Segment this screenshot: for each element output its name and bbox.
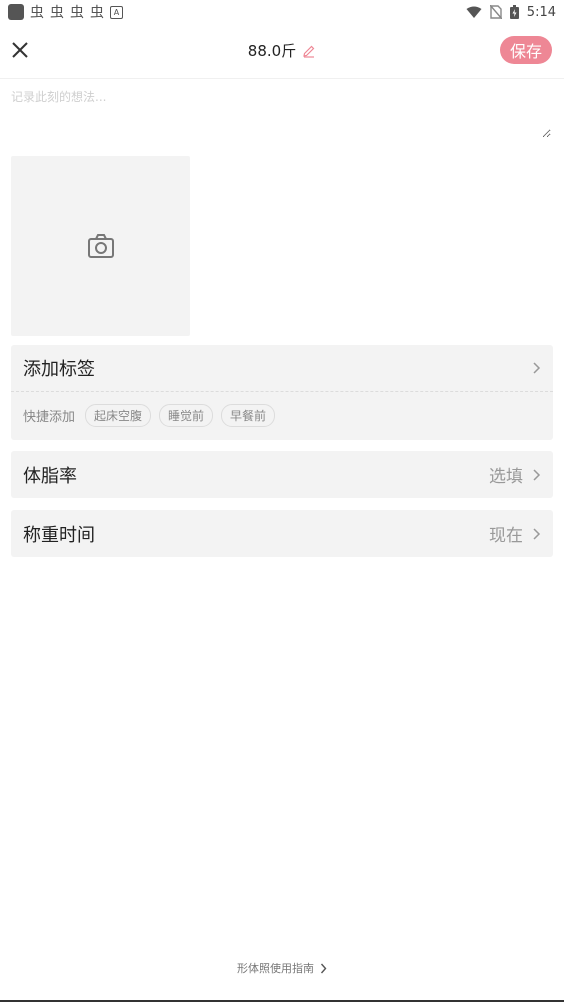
app-notification-icon	[8, 4, 24, 20]
weight-value: 88.0斤	[247, 42, 297, 60]
weigh-time-value-wrap: 现在	[489, 521, 541, 546]
chevron-right-icon	[533, 362, 541, 374]
chevron-right-icon	[533, 527, 541, 540]
notification-icon: 虫	[90, 5, 104, 21]
tag-chip-before-breakfast[interactable]: 早餐前	[221, 404, 276, 427]
notification-icon: 虫	[70, 5, 84, 21]
tag-chip-wake-fasting[interactable]: 起床空腹	[85, 404, 152, 427]
quick-add-label: 快捷添加	[23, 410, 76, 425]
add-tag-row[interactable]: 添加标签	[11, 345, 553, 392]
weigh-time-row[interactable]: 称重时间 现在	[11, 510, 553, 557]
notification-icon: 虫	[50, 5, 64, 21]
add-photo-button[interactable]	[11, 156, 190, 336]
tags-card: 添加标签 快捷添加 起床空腹 睡觉前 早餐前	[11, 345, 553, 440]
clock: 5:14	[526, 4, 556, 20]
tag-chip-before-sleep[interactable]: 睡觉前	[159, 404, 214, 427]
chevron-right-icon	[320, 963, 327, 973]
notification-icon: 虫	[30, 5, 44, 21]
status-bar-right: 5:14	[466, 5, 556, 20]
status-bar: 虫 虫 虫 虫 A 5:14	[0, 0, 564, 24]
body-fat-label: 体脂率	[23, 465, 77, 487]
battery-icon	[509, 5, 519, 19]
weigh-time-label: 称重时间	[23, 524, 95, 546]
camera-icon	[87, 234, 114, 258]
quick-add-row: 快捷添加 起床空腹 睡觉前 早餐前	[11, 392, 553, 439]
pencil-icon[interactable]	[302, 44, 316, 58]
add-tag-label: 添加标签	[23, 359, 95, 380]
top-bar: 88.0斤 保存	[0, 24, 564, 79]
weight-title[interactable]: 88.0斤	[0, 40, 564, 61]
no-sim-icon	[489, 5, 502, 19]
photo-guide-label: 形体照使用指南	[237, 962, 314, 975]
save-button[interactable]: 保存	[500, 36, 552, 64]
wifi-icon	[466, 6, 482, 18]
body-fat-value-wrap: 选填	[489, 462, 541, 487]
keyboard-badge-icon: A	[110, 5, 123, 19]
chevron-right-icon	[533, 468, 541, 481]
photo-guide-link[interactable]: 形体照使用指南	[0, 960, 564, 976]
body-fat-value: 选填	[489, 467, 523, 487]
note-input[interactable]	[11, 88, 551, 138]
weigh-time-value: 现在	[489, 526, 523, 546]
body-fat-row[interactable]: 体脂率 选填	[11, 451, 553, 498]
status-bar-left: 虫 虫 虫 虫 A	[8, 2, 123, 22]
